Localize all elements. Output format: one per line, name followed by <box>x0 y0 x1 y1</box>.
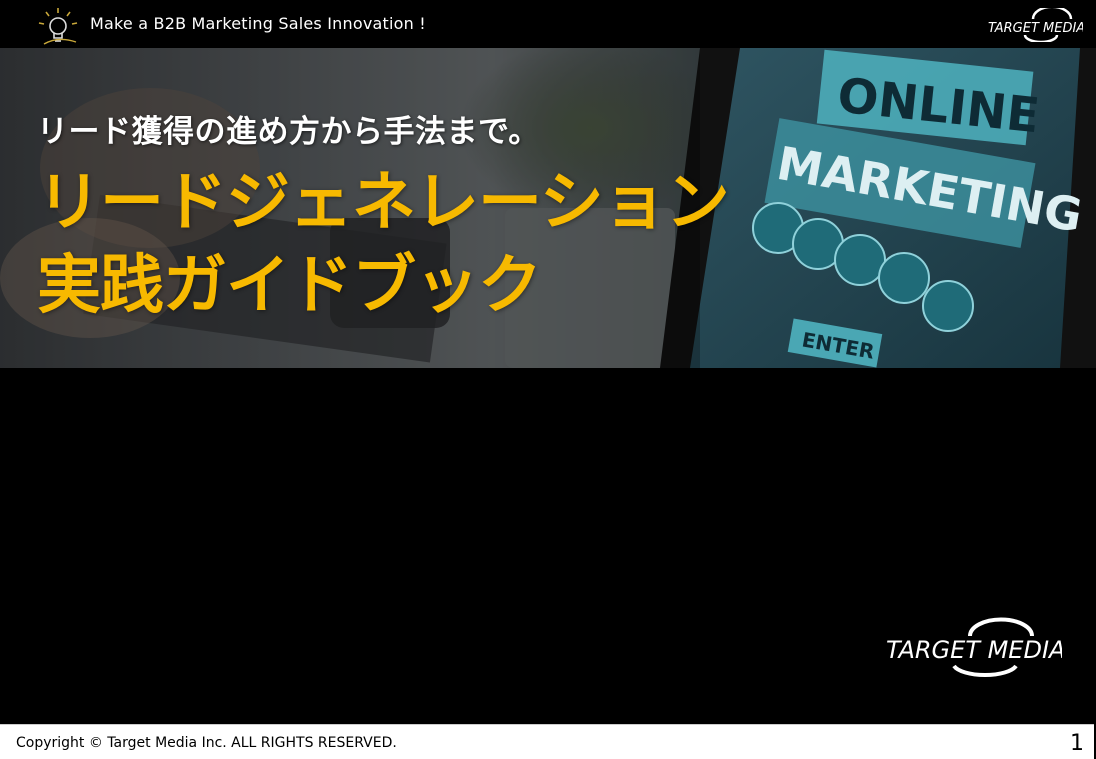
svg-text:TARGET MEDIA: TARGET MEDIA <box>988 21 1083 36</box>
lightbulb-icon <box>38 8 78 45</box>
page-number: 1 <box>1070 731 1084 756</box>
hero-banner: ONLINE MARKETING ENTER リード獲得の進め方から手法まで。 … <box>0 48 1096 368</box>
copyright-text: Copyright © Target Media Inc. ALL RIGHTS… <box>16 735 397 751</box>
hero-title-line-1: リードジェネレーション <box>37 166 730 240</box>
header-tagline: Make a B2B Marketing Sales Innovation ! <box>90 14 426 33</box>
target-media-logo-small: TARGET MEDIA <box>988 8 1083 42</box>
hero-title-line-2: 実践ガイドブック <box>37 249 542 323</box>
target-media-logo: TARGET MEDIA <box>886 617 1062 678</box>
svg-text:TARGET MEDIA: TARGET MEDIA <box>886 636 1062 664</box>
hero-subtitle: リード獲得の進め方から手法まで。 <box>37 114 540 150</box>
top-bar: Make a B2B Marketing Sales Innovation ! … <box>0 0 1096 48</box>
footer: Copyright © Target Media Inc. ALL RIGHTS… <box>0 724 1096 759</box>
